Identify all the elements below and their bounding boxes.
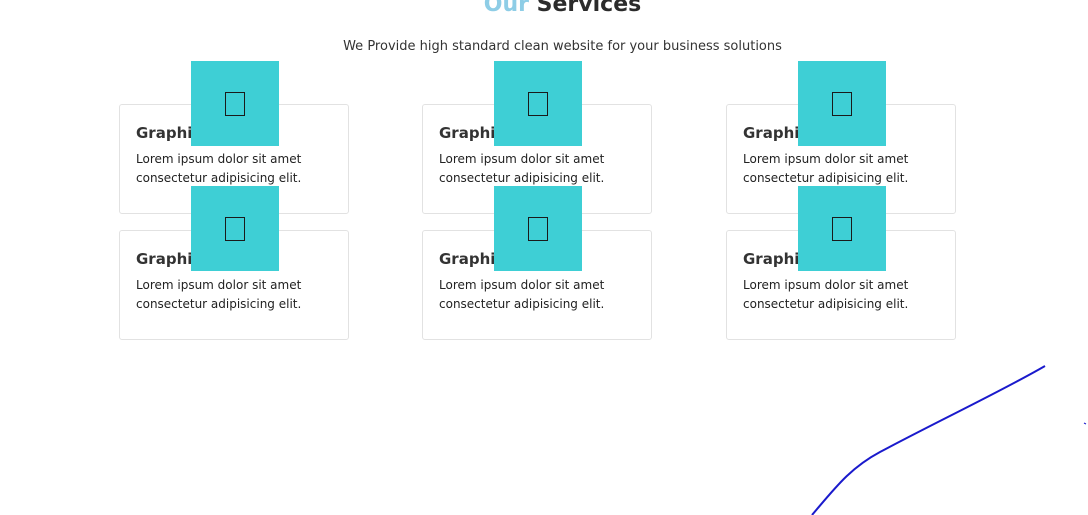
missing-glyph-icon (528, 216, 548, 241)
service-card-line: Lorem ipsum dolor sit amet (439, 152, 605, 166)
title-main: Services (536, 0, 642, 17)
service-card-line: consectetur adipisicing elit. (136, 297, 302, 311)
service-card-line: Lorem ipsum dolor sit amet (743, 278, 909, 292)
section-subtitle: We Provide high standard clean website f… (343, 39, 782, 54)
missing-glyph-icon (528, 91, 548, 116)
missing-glyph-icon (225, 91, 245, 116)
service-card-line: Lorem ipsum dolor sit amet (136, 152, 302, 166)
service-card-line: consectetur adipisicing elit. (439, 297, 605, 311)
service-card-text: Lorem ipsum dolor sit amet consectetur a… (743, 150, 943, 188)
service-icon-box (798, 61, 886, 146)
service-card-text: Lorem ipsum dolor sit amet consectetur a… (136, 150, 336, 188)
service-icon-box (494, 61, 582, 146)
missing-glyph-icon (832, 216, 852, 241)
service-icon-box (191, 186, 279, 271)
section-title: Our Services (0, 0, 1088, 17)
service-card-text: Lorem ipsum dolor sit amet consectetur a… (136, 276, 336, 314)
missing-glyph-icon (832, 91, 852, 116)
service-card-text: Lorem ipsum dolor sit amet consectetur a… (439, 150, 639, 188)
curve-path (811, 365, 1046, 515)
missing-glyph-icon (225, 216, 245, 241)
service-card-line: Lorem ipsum dolor sit amet (136, 278, 302, 292)
curve-dot (1083, 422, 1087, 425)
service-icon-box (494, 186, 582, 271)
service-icon-box (191, 61, 279, 146)
service-card-text: Lorem ipsum dolor sit amet consectetur a… (439, 276, 639, 314)
service-icon-box (798, 186, 886, 271)
service-card-text: Lorem ipsum dolor sit amet consectetur a… (743, 276, 943, 314)
title-accent: Our (483, 0, 529, 17)
service-card-line: Lorem ipsum dolor sit amet (439, 278, 605, 292)
service-card-line: consectetur adipisicing elit. (743, 297, 909, 311)
service-card-line: Lorem ipsum dolor sit amet (743, 152, 909, 166)
